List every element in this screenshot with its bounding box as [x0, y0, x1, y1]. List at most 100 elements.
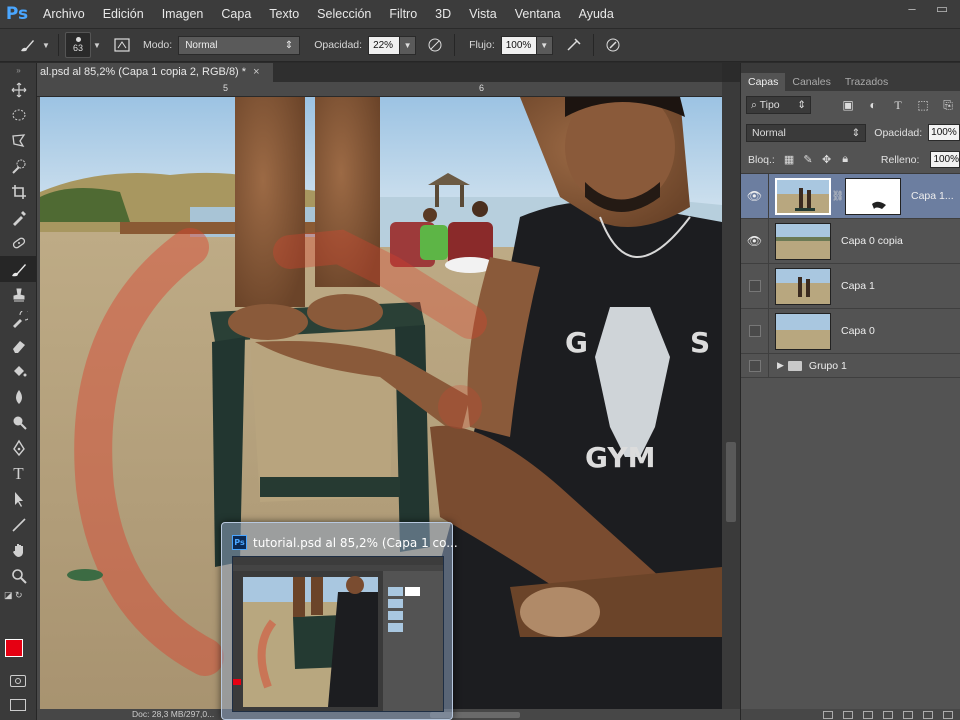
scroll-thumb[interactable] [726, 442, 736, 522]
menu-imagen[interactable]: Imagen [153, 0, 213, 28]
brush-size-picker[interactable]: 63 [65, 32, 91, 58]
layer-name[interactable]: Capa 1... [911, 190, 954, 202]
move-tool-icon[interactable] [0, 77, 37, 103]
tab-trazados[interactable]: Trazados [838, 73, 895, 91]
expand-arrow-icon[interactable]: ▶ [777, 360, 784, 371]
menu-vista[interactable]: Vista [460, 0, 506, 28]
document-tab[interactable]: al.psd al 85,2% (Capa 1 copia 2, RGB/8) … [37, 63, 273, 82]
brush-tool-icon[interactable] [0, 256, 37, 282]
lock-position-icon[interactable]: ✥ [822, 153, 832, 166]
healing-brush-tool-icon[interactable] [0, 231, 37, 257]
flow-input[interactable]: 100% [500, 35, 537, 55]
flow-dropdown-icon[interactable]: ▼ [536, 35, 553, 55]
dodge-tool-icon[interactable] [0, 410, 37, 436]
lock-all-icon[interactable]: 🔒︎ [840, 153, 850, 166]
taskbar-window-preview[interactable]: Ps tutorial.psd al 85,2% (Capa 1 co... [221, 522, 458, 720]
quick-mask-icon[interactable] [10, 675, 26, 687]
filter-pixel-icon[interactable]: ▣ [840, 97, 856, 113]
pen-tool-icon[interactable] [0, 435, 37, 461]
type-tool-icon[interactable]: T [0, 461, 37, 487]
filter-type-icon[interactable]: T [890, 97, 906, 113]
mode-select[interactable]: Normal ⇕ [178, 35, 301, 55]
menu-edicion[interactable]: Edición [94, 0, 153, 28]
menu-3d[interactable]: 3D [426, 0, 460, 28]
layer-row[interactable]: 👁︎ ⛓︎ Capa 1... [741, 173, 960, 219]
line-tool-icon[interactable] [0, 512, 37, 538]
close-tab-icon[interactable]: × [253, 66, 259, 78]
fx-icon[interactable] [843, 711, 853, 719]
minimize-icon[interactable]: – [900, 2, 924, 18]
visibility-toggle[interactable] [741, 353, 769, 378]
toolbar-collapse-icon[interactable]: » [0, 63, 37, 77]
filter-type-select[interactable]: ⌕ Tipo ⇕ [746, 96, 811, 114]
crop-tool-icon[interactable] [0, 179, 37, 205]
new-group-icon[interactable] [903, 711, 913, 719]
fill-input[interactable]: 100% [930, 151, 960, 168]
layer-name[interactable]: Capa 0 [841, 325, 875, 337]
lock-transparency-icon[interactable]: ▦ [784, 153, 794, 166]
menu-ayuda[interactable]: Ayuda [570, 0, 623, 28]
layer-group-row[interactable]: ▶ Grupo 1 [741, 353, 960, 378]
preset-dropdown-icon[interactable]: ▼ [40, 33, 52, 57]
layer-thumbnail[interactable] [775, 312, 831, 350]
opacity-dropdown-icon[interactable]: ▼ [400, 35, 417, 55]
clone-stamp-tool-icon[interactable] [0, 282, 37, 308]
filter-smart-object-icon[interactable]: ⎘ [940, 97, 956, 113]
airbrush-icon[interactable] [561, 33, 587, 57]
tab-capas[interactable]: Capas [741, 73, 786, 91]
menu-seleccion[interactable]: Selección [308, 0, 380, 28]
hand-tool-icon[interactable] [0, 538, 37, 564]
eraser-tool-icon[interactable] [0, 333, 37, 359]
paint-bucket-tool-icon[interactable] [0, 359, 37, 385]
vertical-scrollbar[interactable] [722, 82, 740, 709]
layer-opacity-input[interactable]: 100% [928, 124, 960, 141]
lasso-tool-icon[interactable] [0, 128, 37, 154]
lock-paint-icon[interactable]: ✎ [803, 153, 813, 166]
quick-selection-tool-icon[interactable] [0, 154, 37, 180]
tab-canales[interactable]: Canales [785, 73, 838, 91]
layer-row[interactable]: Capa 1 [741, 263, 960, 309]
add-mask-icon[interactable] [863, 711, 873, 719]
eyedropper-tool-icon[interactable] [0, 205, 37, 231]
path-selection-tool-icon[interactable] [0, 487, 37, 513]
brush-tool-preset-icon[interactable] [14, 33, 40, 57]
swap-colors-icon[interactable]: ◪ ↻ [0, 589, 37, 603]
filter-shape-icon[interactable]: ⬚ [915, 97, 931, 113]
pressure-size-icon[interactable] [600, 33, 626, 57]
zoom-tool-icon[interactable] [0, 563, 37, 589]
brush-dropdown-icon[interactable]: ▼ [91, 33, 103, 57]
blend-mode-select[interactable]: Normal ⇕ [746, 123, 867, 142]
link-mask-icon[interactable]: ⛓︎ [831, 191, 845, 202]
maximize-icon[interactable]: ▭ [930, 2, 954, 18]
filter-adjustment-icon[interactable]: ◐ [865, 97, 881, 113]
visibility-toggle[interactable] [741, 263, 769, 309]
layer-row[interactable]: 👁︎ Capa 0 copia [741, 218, 960, 264]
marquee-tool-icon[interactable] [0, 103, 37, 129]
blur-tool-icon[interactable] [0, 384, 37, 410]
layer-thumbnail[interactable] [775, 222, 831, 260]
screen-mode-icon[interactable] [10, 699, 26, 711]
menu-archivo[interactable]: Archivo [34, 0, 94, 28]
brush-panel-toggle-icon[interactable] [109, 33, 135, 57]
layer-thumbnail[interactable] [775, 267, 831, 305]
layer-thumbnail[interactable] [775, 177, 831, 215]
layer-row[interactable]: Capa 0 [741, 308, 960, 354]
history-brush-tool-icon[interactable] [0, 307, 37, 333]
menu-ventana[interactable]: Ventana [506, 0, 570, 28]
menu-filtro[interactable]: Filtro [380, 0, 426, 28]
new-layer-icon[interactable] [923, 711, 933, 719]
eye-icon[interactable]: 👁︎ [741, 173, 769, 219]
eye-icon[interactable]: 👁︎ [741, 218, 769, 264]
group-name[interactable]: Grupo 1 [809, 360, 847, 372]
link-layers-icon[interactable] [823, 711, 833, 719]
menu-capa[interactable]: Capa [212, 0, 260, 28]
menu-texto[interactable]: Texto [260, 0, 308, 28]
adjustment-layer-icon[interactable] [883, 711, 893, 719]
opacity-input[interactable]: 22% [368, 35, 401, 55]
pressure-opacity-icon[interactable] [422, 33, 448, 57]
trash-icon[interactable] [943, 711, 953, 719]
layer-name[interactable]: Capa 0 copia [841, 235, 903, 247]
visibility-toggle[interactable] [741, 308, 769, 354]
layer-mask-thumbnail[interactable] [845, 177, 901, 215]
layer-name[interactable]: Capa 1 [841, 280, 875, 292]
